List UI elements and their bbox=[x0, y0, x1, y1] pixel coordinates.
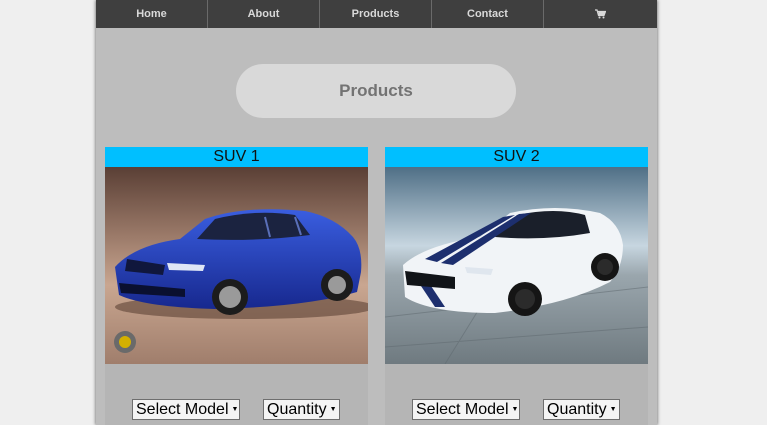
quantity-select[interactable]: Quantity ▼ bbox=[543, 399, 620, 420]
top-nav: Home About Products Contact bbox=[96, 0, 657, 28]
product-card: SUV 1 Select Model ▼ Quantity ▼ bbox=[105, 147, 368, 425]
shopping-cart-icon bbox=[595, 9, 606, 19]
quantity-select-label: Quantity bbox=[547, 400, 607, 418]
product-image-blue-sedan bbox=[105, 167, 368, 364]
product-title: SUV 2 bbox=[385, 147, 648, 167]
model-select-label: Select Model bbox=[136, 400, 229, 418]
model-select[interactable]: Select Model ▼ bbox=[132, 399, 240, 420]
dropdown-arrow-icon: ▼ bbox=[511, 405, 519, 413]
page-title: Products bbox=[236, 64, 516, 118]
page-container: Home About Products Contact Products SUV… bbox=[96, 0, 657, 425]
nav-about[interactable]: About bbox=[208, 0, 320, 28]
product-card: SUV 2 Select Model ▼ Quantity ▼ bbox=[385, 147, 648, 425]
nav-cart[interactable] bbox=[544, 0, 657, 28]
nav-products[interactable]: Products bbox=[320, 0, 432, 28]
product-controls: Select Model ▼ Quantity ▼ bbox=[385, 399, 648, 423]
nav-home[interactable]: Home bbox=[96, 0, 208, 28]
product-controls: Select Model ▼ Quantity ▼ bbox=[105, 399, 368, 423]
quantity-select-label: Quantity bbox=[267, 400, 327, 418]
product-image-white-sportscar bbox=[385, 167, 648, 364]
model-select[interactable]: Select Model ▼ bbox=[412, 399, 520, 420]
dropdown-arrow-icon: ▼ bbox=[609, 405, 617, 413]
model-select-label: Select Model bbox=[416, 400, 509, 418]
product-title: SUV 1 bbox=[105, 147, 368, 167]
quantity-select[interactable]: Quantity ▼ bbox=[263, 399, 340, 420]
nav-contact[interactable]: Contact bbox=[432, 0, 544, 28]
dropdown-arrow-icon: ▼ bbox=[231, 405, 239, 413]
dropdown-arrow-icon: ▼ bbox=[329, 405, 337, 413]
